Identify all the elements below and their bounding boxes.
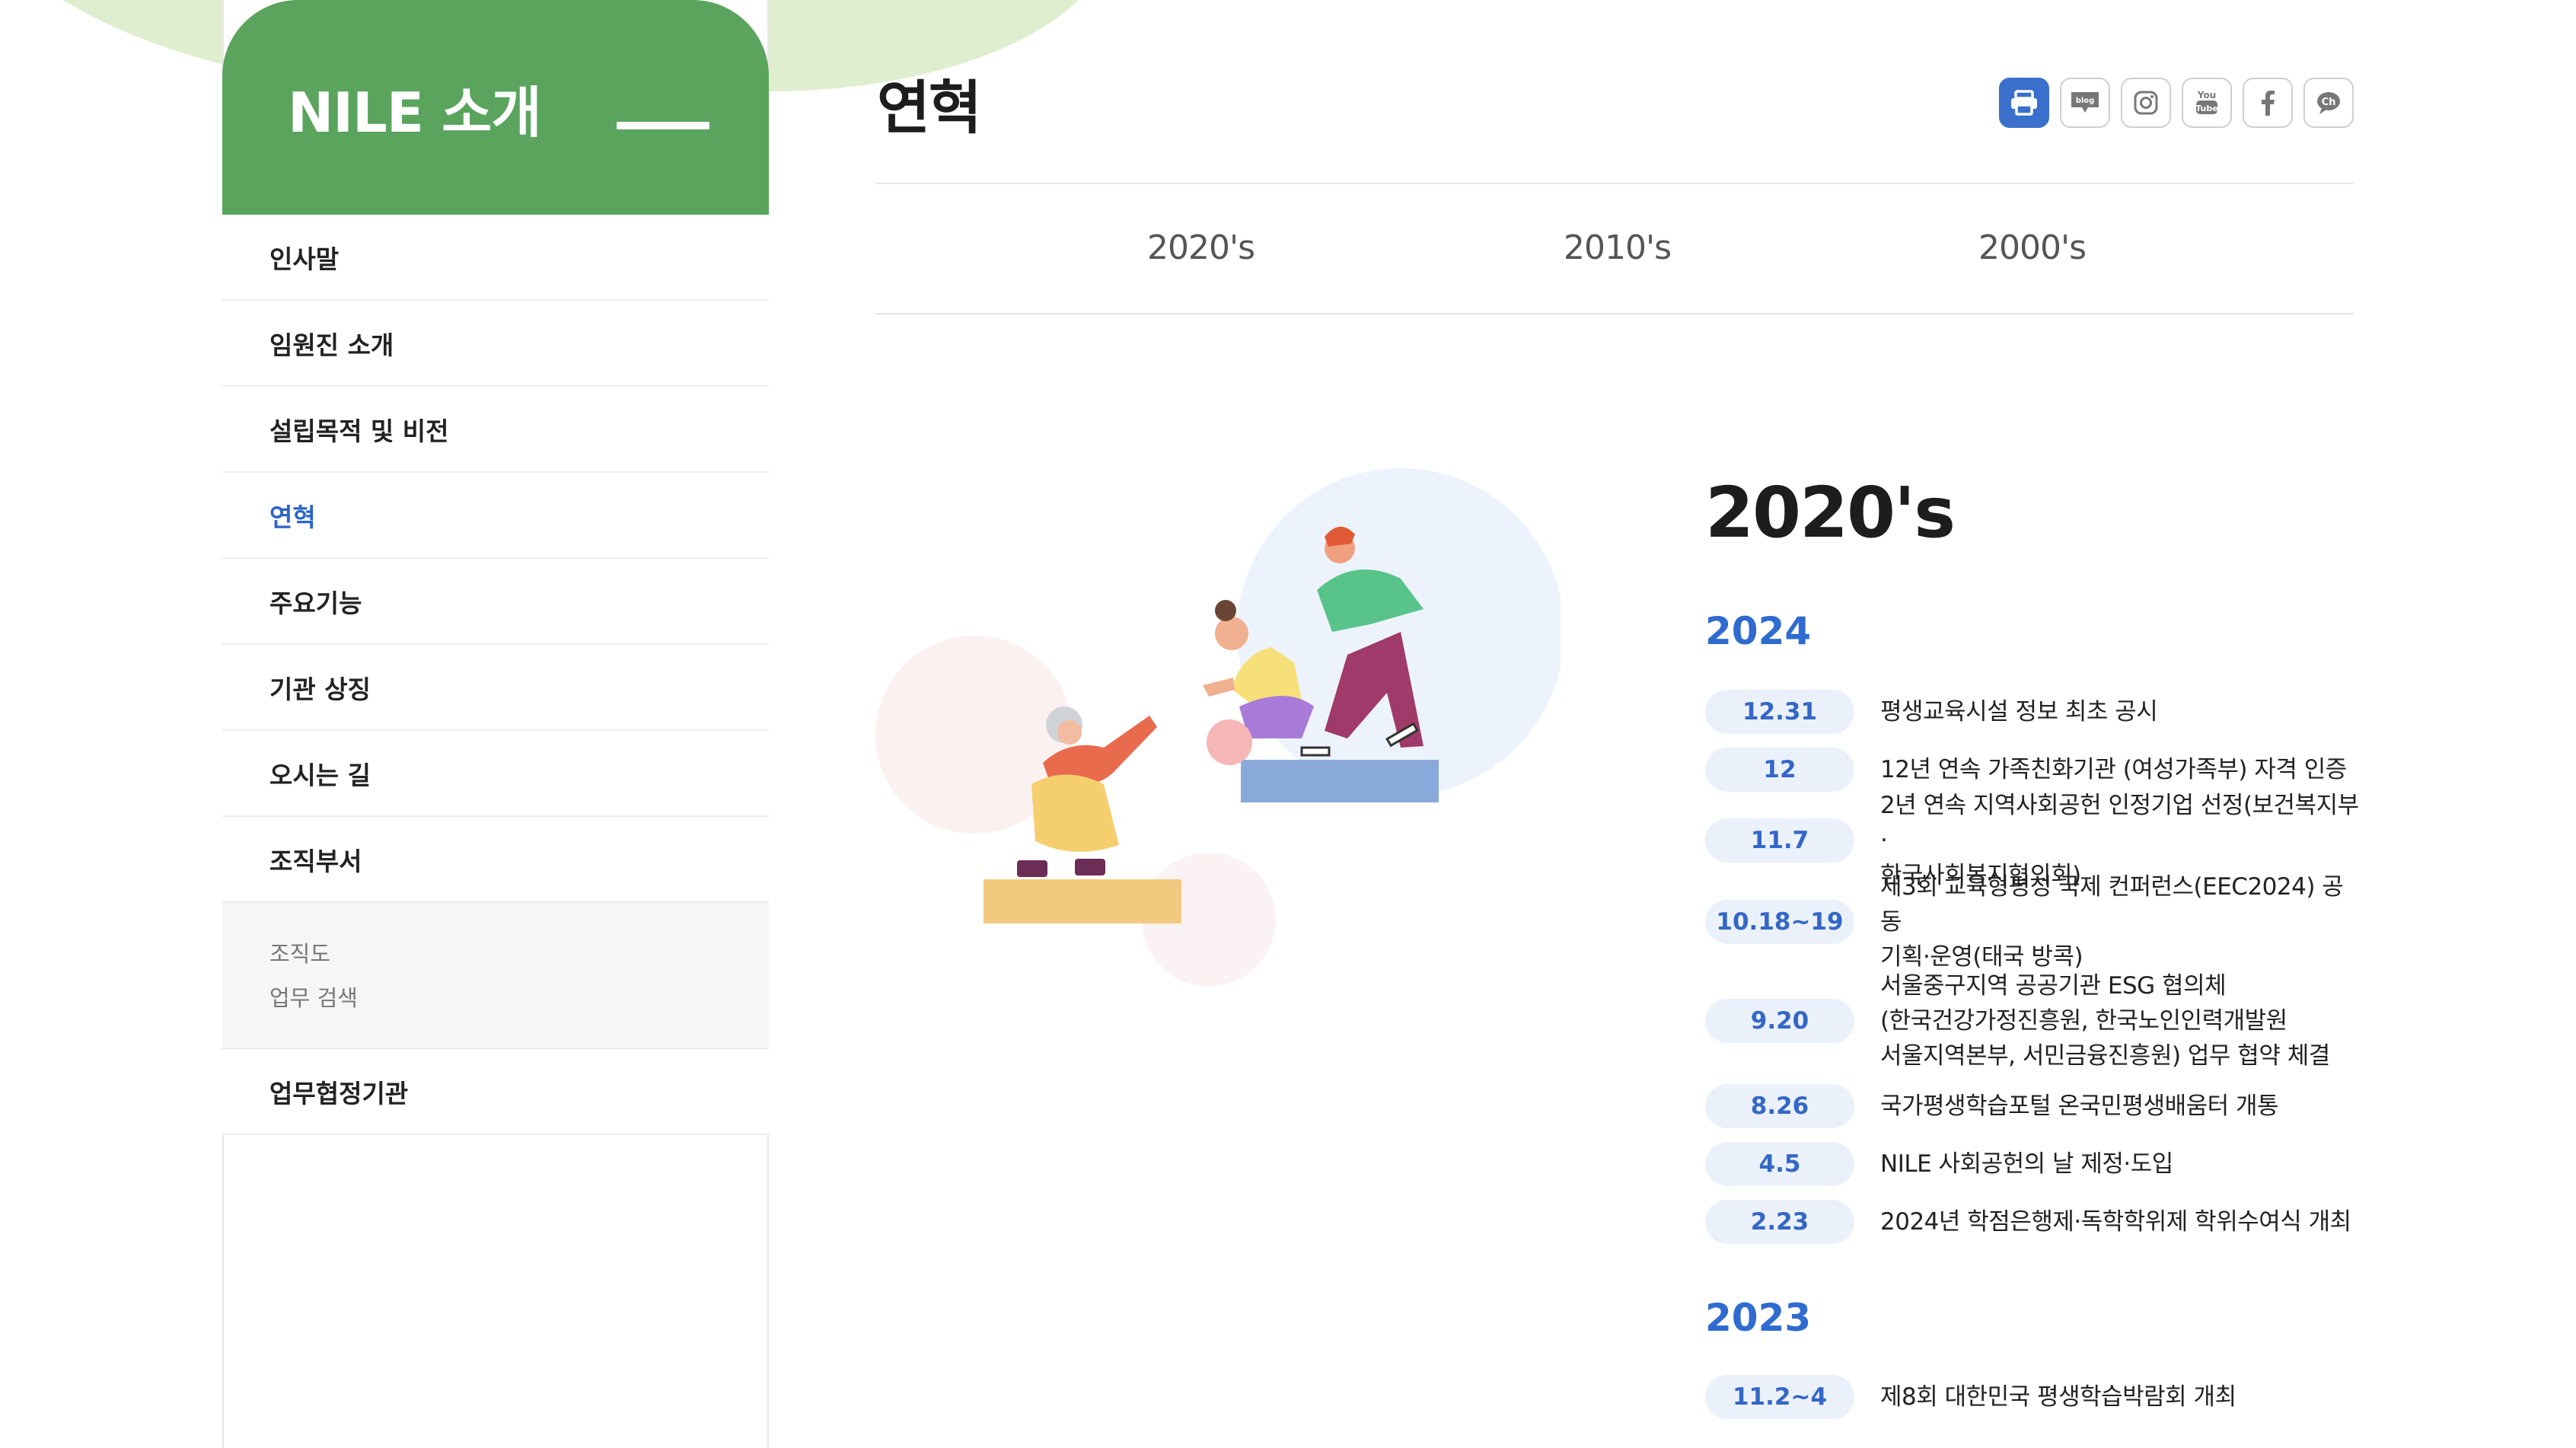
sidebar-item-executives[interactable]: 임원진 소개 <box>222 301 769 387</box>
event-text: 2024년 학점은행제·독학학위제 학위수여식 개최 <box>1880 1208 2351 1236</box>
sidebar-subitem-org-chart[interactable]: 조직도 <box>269 932 769 976</box>
history-event: 11.7 2년 연속 지역사회공헌 인정기업 선정(보건복지부· 한국사회복지협의… <box>1705 792 2360 889</box>
sidebar-item-functions[interactable]: 주요기능 <box>222 559 769 645</box>
event-date: 10.18~19 <box>1705 900 1854 944</box>
youtube-link[interactable]: You Tube <box>2182 78 2232 128</box>
sidebar-item-label: 조직부서 <box>269 846 362 876</box>
svg-text:Tube: Tube <box>2195 104 2217 113</box>
event-date: 4.5 <box>1705 1142 1854 1186</box>
event-text: 12년 연속 가족친화기관 (여성가족부) 자격 인증 <box>1880 756 2347 783</box>
year-heading: 2024 <box>1705 609 1812 653</box>
history-illustration <box>875 468 1561 987</box>
event-date: 12.31 <box>1705 690 1854 734</box>
decade-heading: 2020's <box>1705 472 1956 553</box>
event-text: 서울중구지역 공공기관 ESG 협의체 (한국건강가정진흥원, 한국노인인력개발원… <box>1880 972 2330 1070</box>
event-date: 11.7 <box>1705 818 1854 863</box>
facebook-link[interactable] <box>2243 78 2293 128</box>
history-event: 8.26 국가평생학습포털 온국민평생배움터 개통 <box>1705 1084 2360 1128</box>
sidebar-title: NILE 소개 <box>288 80 542 145</box>
sidebar-item-label: 설립목적 및 비전 <box>269 416 449 446</box>
tab-2000s[interactable]: 2000's <box>1978 228 2087 267</box>
sidebar-item-history[interactable]: 연혁 <box>222 473 769 559</box>
svg-text:blog: blog <box>2076 97 2095 105</box>
blog-icon: blog <box>2071 92 2099 113</box>
sidebar-item-partners[interactable]: 업무협정기관 <box>222 1049 769 1135</box>
sidebar-subitem-task-search[interactable]: 업무 검색 <box>269 976 769 1020</box>
youtube-icon: You Tube <box>2195 90 2218 114</box>
kakao-channel-icon: Ch <box>2317 92 2340 114</box>
event-date: 9.20 <box>1705 999 1854 1043</box>
instagram-icon <box>2134 91 2158 115</box>
event-date: 8.26 <box>1705 1084 1854 1128</box>
page: NILE 소개 인사말 임원진 소개 설립목적 및 비전 연혁 주요기능 기관 … <box>0 0 2576 1448</box>
history-event: 12.31 평생교육시설 정보 최초 공시 <box>1705 690 2360 734</box>
history-event: 9.20 서울중구지역 공공기관 ESG 협의체 (한국건강가정진흥원, 한국노인… <box>1705 968 2360 1073</box>
history-event: 4.5 NILE 사회공헌의 날 제정·도입 <box>1705 1142 2360 1186</box>
print-icon <box>2011 90 2037 116</box>
event-text: 평생교육시설 정보 최초 공시 <box>1880 698 2158 726</box>
svg-text:Ch: Ch <box>2322 97 2336 108</box>
sidebar-item-departments[interactable]: 조직부서 <box>222 817 769 903</box>
tab-2020s[interactable]: 2020's <box>1147 228 1255 267</box>
sidebar-item-label: 임원진 소개 <box>269 330 394 360</box>
blog-link[interactable]: blog <box>2060 78 2110 128</box>
tab-2010s[interactable]: 2010's <box>1564 228 1672 267</box>
decade-tabs: 2020's 2010's 2000's <box>875 184 2354 314</box>
sidebar-item-greeting[interactable]: 인사말 <box>222 215 769 301</box>
event-text: 국가평생학습포털 온국민평생배움터 개통 <box>1880 1092 2279 1120</box>
print-button[interactable] <box>1999 78 2049 128</box>
kakao-channel-link[interactable]: Ch <box>2303 78 2354 128</box>
instagram-link[interactable] <box>2121 78 2171 128</box>
history-event: 11.2~4 제8회 대한민국 평생학습박람회 개최 <box>1705 1375 2360 1419</box>
sidebar-item-vision[interactable]: 설립목적 및 비전 <box>222 387 769 473</box>
sidebar-collapse-dash-icon[interactable] <box>617 122 709 129</box>
tabs-divider <box>875 313 2354 314</box>
year-heading: 2023 <box>1705 1296 1812 1340</box>
event-date: 2.23 <box>1705 1200 1854 1244</box>
svg-text:You: You <box>2197 90 2216 100</box>
sidebar-item-symbol[interactable]: 기관 상징 <box>222 645 769 731</box>
event-text: 제8회 대한민국 평생학습박람회 개최 <box>1880 1383 2236 1411</box>
sidebar-header: NILE 소개 <box>222 0 769 215</box>
event-date: 11.2~4 <box>1705 1375 1854 1419</box>
sidebar-item-directions[interactable]: 오시는 길 <box>222 731 769 817</box>
sidebar-item-label: 업무협정기관 <box>269 1078 409 1108</box>
sidebar-item-label: 연혁 <box>269 502 316 532</box>
event-text: 제3회 교육형평성 국제 컨퍼런스(EEC2024) 공동 기획·운영(태국 방콕… <box>1880 873 2344 971</box>
history-event: 2.23 2024년 학점은행제·독학학위제 학위수여식 개최 <box>1705 1200 2360 1244</box>
facebook-icon <box>2262 91 2275 116</box>
history-event: 12 12년 연속 가족친화기관 (여성가족부) 자격 인증 <box>1705 748 2360 792</box>
history-event: 10.18~19 제3회 교육형평성 국제 컨퍼런스(EEC2024) 공동 기획… <box>1705 873 2360 971</box>
sidebar-item-label: 기관 상징 <box>269 674 371 704</box>
sidebar-submenu: 조직도 업무 검색 <box>222 903 769 1049</box>
event-date: 12 <box>1705 748 1854 792</box>
sidebar-menu: 인사말 임원진 소개 설립목적 및 비전 연혁 주요기능 기관 상징 오시는 길… <box>222 215 769 1135</box>
page-title: 연혁 <box>877 74 982 142</box>
sidebar-item-label: 인사말 <box>269 244 340 274</box>
event-text: NILE 사회공헌의 날 제정·도입 <box>1880 1150 2173 1178</box>
sidebar-item-label: 주요기능 <box>269 588 362 618</box>
sidebar-item-label: 오시는 길 <box>269 760 371 790</box>
